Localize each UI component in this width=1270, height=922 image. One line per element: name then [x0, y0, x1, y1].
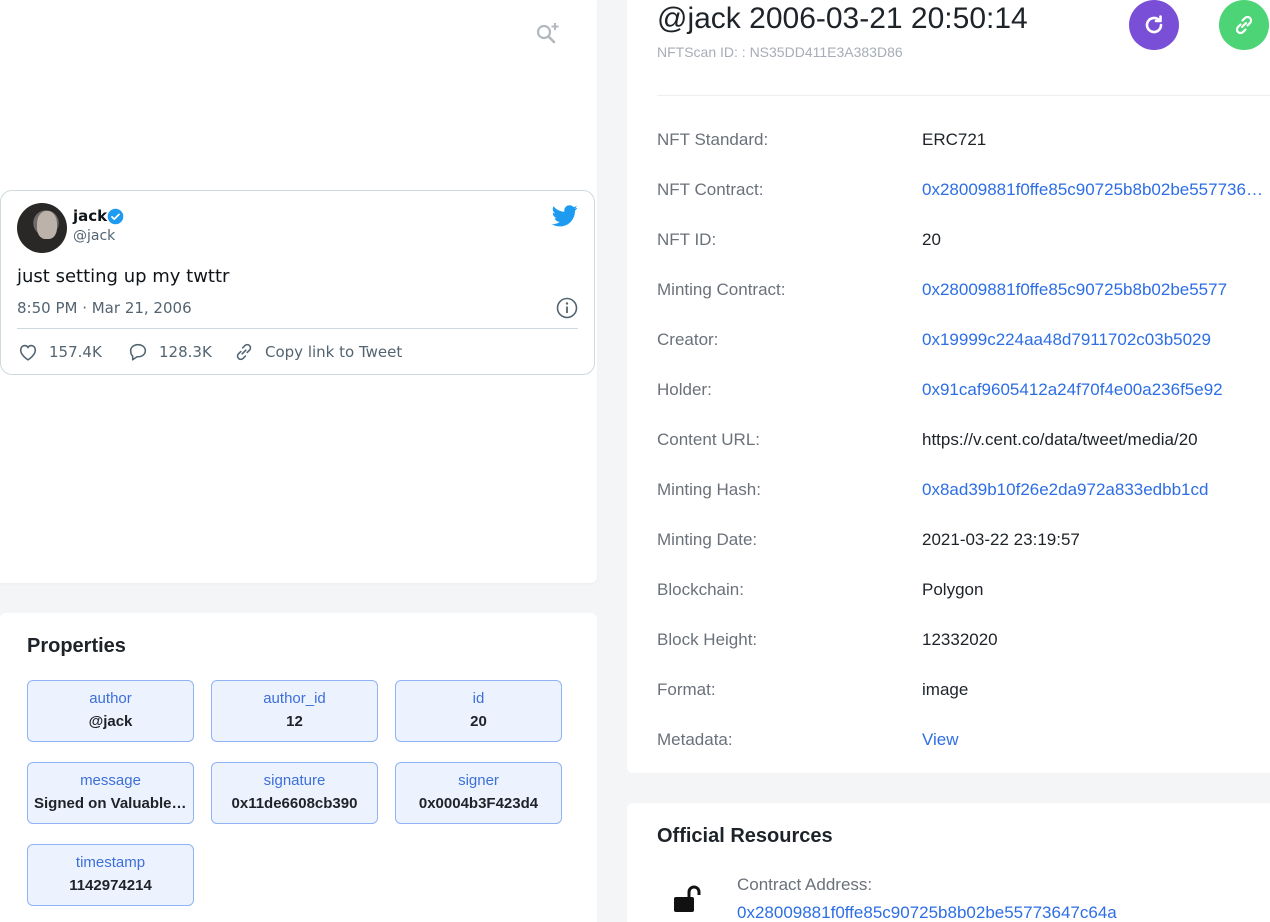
row-content-url: Content URL: https://v.cent.co/data/twee… — [657, 430, 1270, 454]
property-key: timestamp — [75, 854, 146, 871]
row-nft-id: NFT ID: 20 — [657, 230, 1270, 254]
row-value: Polygon — [922, 580, 984, 599]
copy-link-button[interactable] — [1219, 0, 1269, 50]
row-creator: Creator: 0x19999c224aa48d7911702c03b5029 — [657, 330, 1270, 354]
lock-open-icon — [674, 885, 701, 912]
property-message[interactable]: message Signed on Valuables by Cent — [27, 762, 194, 824]
nft-detail-panel: @jack 2006-03-21 20:50:14 NFTScan ID: : … — [627, 0, 1270, 773]
properties-panel: Properties author @jack author_id 12 id … — [0, 613, 597, 922]
property-value: Signed on Valuables by Cent — [34, 795, 193, 812]
copy-link-action[interactable]: Copy link to Tweet — [233, 341, 402, 363]
property-timestamp[interactable]: timestamp 1142974214 — [27, 844, 194, 906]
row-value: 2021-03-22 23:19:57 — [922, 530, 1080, 549]
refresh-button[interactable] — [1129, 0, 1179, 50]
row-minting-contract: Minting Contract: 0x28009881f0ffe85c9072… — [657, 280, 1270, 304]
verified-badge-icon — [107, 208, 124, 225]
divider — [657, 95, 1270, 96]
reply-count: 128.3K — [159, 343, 212, 361]
property-signer[interactable]: signer 0x0004b3F423d4 — [395, 762, 562, 824]
row-label: NFT Contract: — [657, 180, 764, 199]
divider — [17, 328, 578, 329]
page-title: @jack 2006-03-21 20:50:14 — [657, 2, 1028, 35]
row-label: Holder: — [657, 380, 712, 399]
row-value: https://v.cent.co/data/tweet/media/20 — [922, 430, 1198, 449]
contract-address-link[interactable]: 0x28009881f0ffe85c90725b8b02be55773647c6… — [737, 903, 1117, 922]
heart-icon — [19, 344, 37, 361]
property-key: signer — [458, 772, 499, 789]
property-signature[interactable]: signature 0x11de6608cb390 — [211, 762, 378, 824]
tweet-author-name[interactable]: jack — [73, 207, 107, 225]
nft-contract-link[interactable]: 0x28009881f0ffe85c90725b8b02be55773647c6… — [922, 180, 1267, 200]
metadata-view-link[interactable]: View — [922, 730, 1267, 750]
property-value: @jack — [88, 713, 133, 730]
tweet-text: just setting up my twttr — [17, 266, 230, 287]
row-minting-date: Minting Date: 2021-03-22 23:19:57 — [657, 530, 1270, 554]
row-label: Metadata: — [657, 730, 733, 749]
copy-link-label: Copy link to Tweet — [265, 343, 403, 361]
refresh-icon — [1145, 15, 1163, 34]
tweet-author-handle[interactable]: @jack — [73, 228, 115, 244]
row-minting-hash: Minting Hash: 0x8ad39b10f26e2da972a833ed… — [657, 480, 1270, 504]
property-value: 20 — [470, 713, 487, 730]
creator-link[interactable]: 0x19999c224aa48d7911702c03b5029 — [922, 330, 1267, 350]
properties-title: Properties — [27, 635, 126, 657]
row-value: image — [922, 680, 969, 699]
property-key: message — [80, 772, 141, 789]
property-value: 0x11de6608cb390 — [231, 795, 358, 812]
row-nft-contract: NFT Contract: 0x28009881f0ffe85c90725b8b… — [657, 180, 1270, 204]
minting-hash-link[interactable]: 0x8ad39b10f26e2da972a833edbb1cd — [922, 480, 1267, 500]
row-label: Minting Hash: — [657, 480, 761, 499]
info-icon[interactable] — [556, 297, 578, 319]
row-value: 12332020 — [922, 630, 998, 649]
twitter-bird-icon[interactable] — [552, 205, 578, 227]
embedded-tweet: jack @jack just setting up my twttr 8:50… — [0, 190, 595, 375]
row-label: Minting Contract: — [657, 280, 786, 299]
property-author[interactable]: author @jack — [27, 680, 194, 742]
property-key: signature — [263, 772, 326, 789]
property-key: author — [89, 690, 132, 707]
row-format: Format: image — [657, 680, 1270, 704]
row-nft-standard: NFT Standard: ERC721 — [657, 130, 1270, 154]
row-value: ERC721 — [922, 130, 987, 149]
row-label: Content URL: — [657, 430, 760, 449]
row-blockchain: Blockchain: Polygon — [657, 580, 1270, 604]
property-key: id — [472, 690, 485, 707]
reply-icon — [129, 343, 147, 361]
property-author-id[interactable]: author_id 12 — [211, 680, 378, 742]
like-action[interactable]: 157.4K — [17, 341, 102, 363]
row-label: NFT ID: — [657, 230, 717, 249]
minting-contract-link[interactable]: 0x28009881f0ffe85c90725b8b02be5577 — [922, 280, 1267, 300]
row-metadata: Metadata: View — [657, 730, 1270, 754]
holder-link[interactable]: 0x91caf9605412a24f70f4e00a236f5e92 — [922, 380, 1267, 400]
row-label: Creator: — [657, 330, 719, 349]
row-label: Minting Date: — [657, 530, 758, 549]
property-value: 0x0004b3F423d4 — [418, 795, 539, 812]
official-resources-panel: Official Resources Contract Address: 0x2… — [627, 803, 1270, 922]
row-label: Block Height: — [657, 630, 758, 649]
nftscan-id: NFTScan ID: : NS35DD411E3A383D86 — [657, 44, 903, 60]
link-icon — [1235, 15, 1253, 35]
reply-action[interactable]: 128.3K — [127, 341, 212, 363]
avatar[interactable] — [17, 203, 67, 253]
row-value: 20 — [922, 230, 941, 249]
property-value: 12 — [286, 713, 303, 730]
row-label: Format: — [657, 680, 716, 699]
zoom-in-icon[interactable] — [534, 20, 560, 46]
link-chain-icon — [236, 343, 252, 361]
contract-address-label: Contract Address: — [737, 875, 873, 894]
tweet-timestamp[interactable]: 8:50 PM · Mar 21, 2006 — [17, 299, 192, 317]
property-value: 1142974214 — [69, 877, 152, 894]
row-label: Blockchain: — [657, 580, 744, 599]
property-key: author_id — [263, 690, 326, 707]
row-block-height: Block Height: 12332020 — [657, 630, 1270, 654]
row-holder: Holder: 0x91caf9605412a24f70f4e00a236f5e… — [657, 380, 1270, 404]
property-id[interactable]: id 20 — [395, 680, 562, 742]
nft-preview-panel: jack @jack just setting up my twttr 8:50… — [0, 0, 597, 583]
official-resources-title: Official Resources — [657, 825, 833, 847]
row-label: NFT Standard: — [657, 130, 769, 149]
like-count: 157.4K — [49, 343, 102, 361]
